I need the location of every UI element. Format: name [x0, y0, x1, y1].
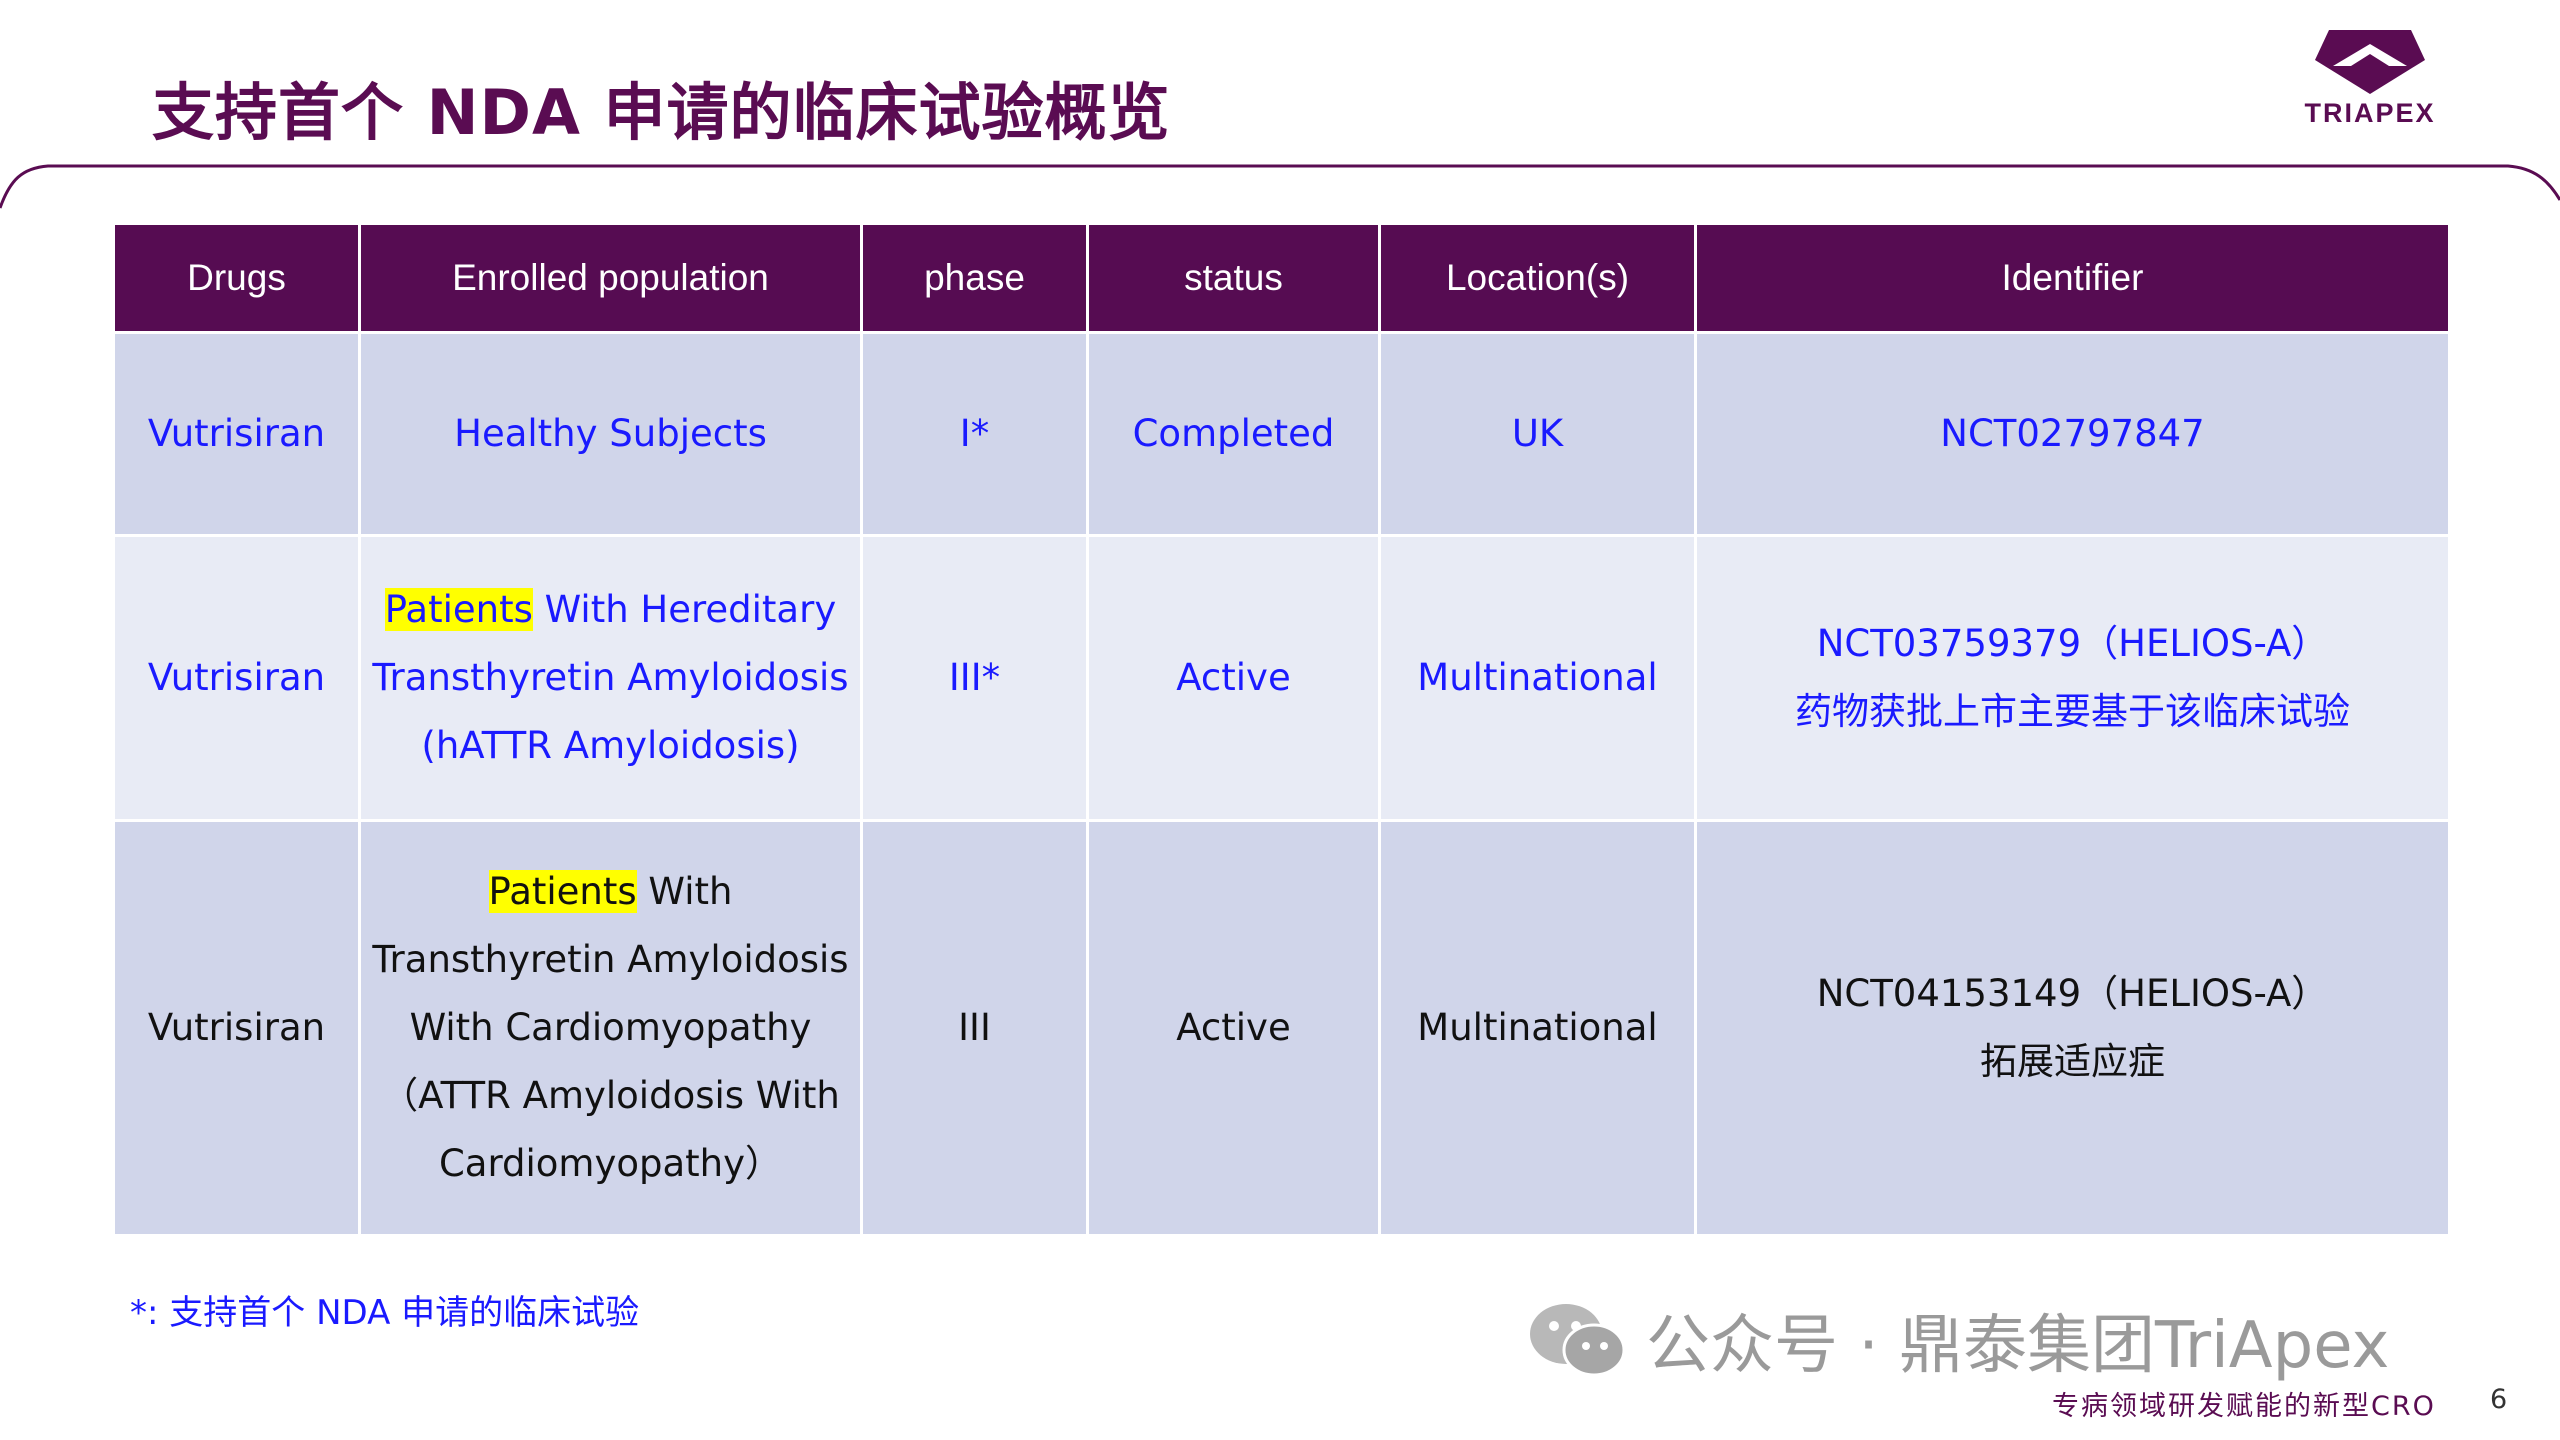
phase-cell: I*	[860, 331, 1089, 537]
header-divider	[0, 164, 2560, 209]
identifier-code: NCT02797847	[1940, 412, 2205, 455]
population-line: Healthy Subjects	[454, 412, 767, 455]
population-line: （ATTR Amyloidosis With	[381, 1074, 840, 1117]
location-cell: Multinational	[1378, 819, 1697, 1237]
population-line: With Hereditary	[532, 588, 837, 631]
header-drugs: Drugs	[112, 222, 361, 334]
table-row: Vutrisiran Healthy Subjects I* Completed…	[112, 331, 2451, 537]
population-cell: Patients With Transthyretin Amyloidosis …	[358, 819, 863, 1237]
trials-table: Drugs Enrolled population phase status L…	[112, 222, 2451, 1237]
wechat-icon	[1530, 1304, 1626, 1377]
page-number: 6	[2490, 1384, 2508, 1415]
phase-cell: III*	[860, 534, 1089, 822]
header-status: status	[1086, 222, 1381, 334]
identifier-cell: NCT04153149（HELIOS-A） 拓展适应症	[1694, 819, 2451, 1237]
drug-cell: Vutrisiran	[112, 819, 361, 1237]
population-cell: Healthy Subjects	[358, 331, 863, 537]
header-enrolled-population: Enrolled population	[358, 222, 863, 334]
status-cell: Completed	[1086, 331, 1381, 537]
drug-cell: Vutrisiran	[112, 534, 361, 822]
table-row: Vutrisiran Patients With Transthyretin A…	[112, 819, 2451, 1237]
highlighted-word: Patients	[488, 870, 637, 913]
population-line: Cardiomyopathy）	[438, 1142, 783, 1185]
slide-title: 支持首个 NDA 申请的临床试验概览	[152, 76, 1171, 149]
header-phase: phase	[860, 222, 1089, 334]
identifier-cell: NCT03759379（HELIOS-A） 药物获批上市主要基于该临床试验	[1694, 534, 2451, 822]
header-identifier: Identifier	[1694, 222, 2451, 334]
identifier-code: NCT04153149（HELIOS-A）	[1816, 972, 2329, 1015]
logo-text: TRIAPEX	[2304, 98, 2436, 128]
table-header-row: Drugs Enrolled population phase status L…	[112, 222, 2451, 334]
population-line: With Cardiomyopathy	[409, 1006, 812, 1049]
status-cell: Active	[1086, 819, 1381, 1237]
watermark: 公众号 · 鼎泰集团TriApex	[1528, 1300, 2389, 1383]
population-cell: Patients With Hereditary Transthyretin A…	[358, 534, 863, 822]
location-cell: UK	[1378, 331, 1697, 537]
identifier-note: 拓展适应症	[1980, 1040, 2165, 1083]
company-logo: TRIAPEX	[2270, 30, 2470, 140]
triapex-logo-icon	[2315, 30, 2425, 94]
tagline: 专病领域研发赋能的新型CRO	[2052, 1391, 2436, 1422]
identifier-cell: NCT02797847	[1694, 331, 2451, 537]
identifier-code: NCT03759379（HELIOS-A）	[1816, 622, 2329, 665]
header-locations: Location(s)	[1378, 222, 1697, 334]
phase-cell: III	[860, 819, 1089, 1237]
footnote: *: 支持首个 NDA 申请的临床试验	[130, 1293, 640, 1333]
table-row: Vutrisiran Patients With Hereditary Tran…	[112, 534, 2451, 822]
population-line: Transthyretin Amyloidosis	[372, 938, 849, 981]
status-cell: Active	[1086, 534, 1381, 822]
location-cell: Multinational	[1378, 534, 1697, 822]
population-line: With	[636, 870, 733, 913]
drug-cell: Vutrisiran	[112, 331, 361, 537]
identifier-note: 药物获批上市主要基于该临床试验	[1795, 690, 2350, 733]
population-line: Transthyretin Amyloidosis	[372, 656, 849, 699]
population-line: (hATTR Amyloidosis)	[421, 724, 800, 767]
highlighted-word: Patients	[384, 588, 533, 631]
watermark-text: 公众号 · 鼎泰集团TriApex	[1646, 1309, 2390, 1383]
